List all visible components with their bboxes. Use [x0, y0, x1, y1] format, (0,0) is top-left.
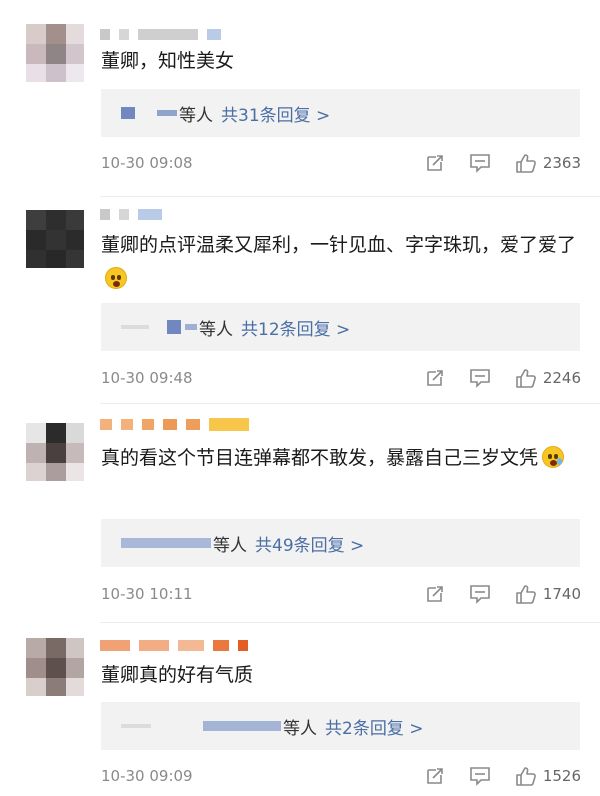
- comment-meta: 10-30 09:09 1526: [101, 763, 581, 789]
- reply-who: 等人: [213, 535, 247, 556]
- reply-users-blurred: [121, 103, 177, 123]
- like-count: 1740: [542, 585, 581, 603]
- username-blurred[interactable]: [100, 207, 162, 221]
- thumbs-up-icon: [516, 767, 536, 786]
- reply-count-link[interactable]: 共49条回复 >: [255, 531, 364, 556]
- avatar[interactable]: [26, 210, 84, 268]
- divider: [100, 403, 600, 404]
- comment-item-3: 真的看这个节目连弹幕都不敢发，暴露自己三岁文凭 等人 共49条回复 > 10-3…: [0, 405, 600, 620]
- comment-meta: 10-30 09:48 2246: [101, 365, 581, 391]
- comment-icon[interactable]: [469, 766, 491, 786]
- reply-count-link[interactable]: 共2条回复 >: [325, 714, 423, 739]
- timestamp: 10-30 09:08: [101, 154, 193, 172]
- timestamp: 10-30 09:09: [101, 767, 193, 785]
- reply-summary[interactable]: 等人 共2条回复 >: [101, 702, 580, 750]
- reply-summary[interactable]: 等人 共12条回复 >: [101, 303, 580, 351]
- comment-meta: 10-30 09:08 2363: [101, 150, 581, 176]
- like-button[interactable]: 2363: [515, 152, 581, 174]
- comment-text: 董卿，知性美女: [101, 50, 235, 72]
- avatar[interactable]: [26, 423, 84, 481]
- reply-users-blurred: [121, 317, 197, 337]
- thumbs-up-icon: [516, 154, 536, 173]
- reply-count-link[interactable]: 共12条回复 >: [241, 315, 350, 340]
- reply-who: 等人: [199, 319, 233, 340]
- comment-meta: 10-30 10:11 1740: [101, 581, 581, 607]
- reply-users-blurred: [121, 533, 211, 553]
- share-icon[interactable]: [425, 153, 445, 173]
- comment-icon[interactable]: [469, 584, 491, 604]
- thumbs-up-icon: [516, 585, 536, 604]
- share-icon[interactable]: [425, 766, 445, 786]
- like-button[interactable]: 1526: [515, 765, 581, 787]
- comment-item-1: 董卿，知性美女 等人 共31条回复 > 10-30 09:08 2363: [0, 0, 600, 200]
- thumbs-up-icon: [516, 369, 536, 388]
- comment-item-4: 董卿真的好有气质 等人 共2条回复 > 10-30 09:09 1526: [0, 624, 600, 796]
- reply-summary[interactable]: 等人 共49条回复 >: [101, 519, 580, 567]
- comment-icon[interactable]: [469, 153, 491, 173]
- crying-emoji: [542, 446, 565, 468]
- share-icon[interactable]: [425, 368, 445, 388]
- share-icon[interactable]: [425, 584, 445, 604]
- divider: [100, 622, 600, 623]
- comment-text: 真的看这个节目连弹幕都不敢发，暴露自己三岁文凭: [101, 441, 591, 475]
- comment-icon[interactable]: [469, 368, 491, 388]
- comment-text: 董卿的点评温柔又犀利，一针见血、字字珠玑，爱了爱了: [101, 228, 591, 296]
- comment-item-2: 董卿的点评温柔又犀利，一针见血、字字珠玑，爱了爱了 等人 共12条回复 > 10…: [0, 200, 600, 400]
- like-count: 1526: [542, 767, 581, 785]
- reply-summary[interactable]: 等人 共31条回复 >: [101, 89, 580, 137]
- avatar[interactable]: [26, 638, 84, 696]
- comment-text: 董卿真的好有气质: [101, 664, 254, 686]
- reply-who: 等人: [283, 718, 317, 739]
- reply-users-blurred: [121, 716, 281, 736]
- reply-count-link[interactable]: 共31条回复 >: [221, 101, 330, 126]
- username-blurred[interactable]: [100, 27, 221, 41]
- heart-eyes-emoji: [105, 267, 127, 289]
- reply-who: 等人: [179, 105, 213, 126]
- avatar[interactable]: [26, 24, 84, 82]
- username-blurred[interactable]: [100, 417, 249, 431]
- like-count: 2363: [542, 154, 581, 172]
- divider: [100, 196, 600, 197]
- timestamp: 10-30 10:11: [101, 585, 193, 603]
- username-blurred[interactable]: [100, 638, 248, 652]
- timestamp: 10-30 09:48: [101, 369, 193, 387]
- like-button[interactable]: 1740: [515, 583, 581, 605]
- like-button[interactable]: 2246: [515, 367, 581, 389]
- like-count: 2246: [542, 369, 581, 387]
